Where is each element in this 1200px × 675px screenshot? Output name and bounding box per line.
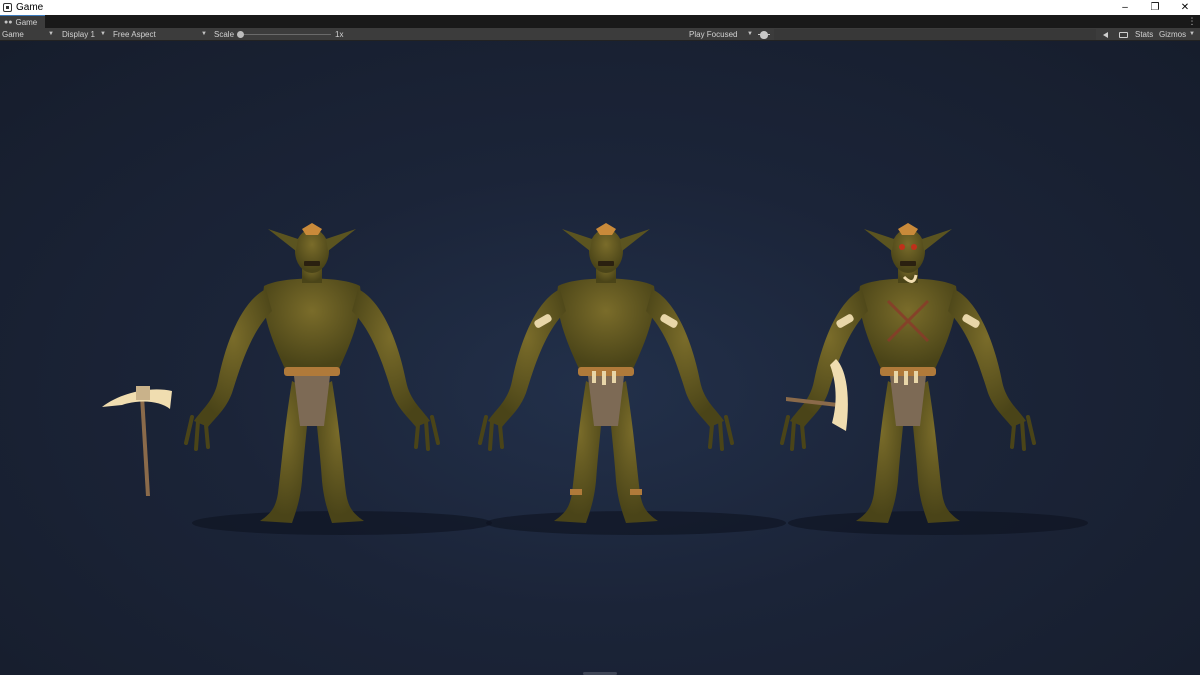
- tab-label: Game: [15, 17, 38, 27]
- gizmos-dropdown[interactable]: Gizmos ▼: [1159, 28, 1197, 41]
- goblin-model-warpaint: [780, 221, 1090, 537]
- aspect-label: Free Aspect: [113, 30, 156, 39]
- scale-slider-thumb[interactable]: [237, 31, 244, 38]
- chevron-down-icon: ▼: [747, 31, 753, 37]
- game-viewport[interactable]: [0, 41, 1200, 675]
- toolbar-spacer: [774, 29, 1096, 40]
- play-mode-dropdown[interactable]: Play Focused ▼: [689, 28, 755, 41]
- display-label: Display 1: [62, 30, 95, 39]
- play-mode-label: Play Focused: [689, 30, 738, 39]
- scale-slider-track[interactable]: [241, 34, 331, 35]
- stats-button[interactable]: Stats: [1135, 28, 1153, 41]
- goblin-model-base: [184, 221, 494, 537]
- keyboard-icon: [1119, 31, 1128, 38]
- scale-label: Scale: [214, 30, 235, 39]
- gizmos-label: Gizmos: [1159, 30, 1187, 39]
- eye-icon: ●●: [4, 18, 13, 26]
- shortcut-toggle[interactable]: [1119, 28, 1128, 41]
- goblin-model-accessorized: [478, 221, 788, 537]
- chevron-down-icon: ▼: [201, 31, 207, 37]
- window-title: Game: [16, 2, 44, 13]
- kebab-menu-icon[interactable]: ⋮: [1184, 15, 1200, 28]
- aspect-dropdown[interactable]: Free Aspect ▼: [113, 28, 209, 41]
- scale-value: 1x: [335, 30, 344, 39]
- display-dropdown[interactable]: Display 1 ▼: [62, 28, 108, 41]
- tab-bar: ●● Game ⋮: [0, 15, 1200, 28]
- tab-game[interactable]: ●● Game: [0, 15, 46, 28]
- debug-toggle[interactable]: [758, 28, 770, 41]
- close-button[interactable]: ✕: [1170, 0, 1200, 15]
- bug-icon: [758, 30, 770, 39]
- minimize-button[interactable]: –: [1110, 0, 1140, 15]
- mute-audio-toggle[interactable]: [1103, 28, 1108, 41]
- pickaxe-prop: [102, 386, 172, 496]
- game-toolbar: Game ▼ Display 1 ▼ Free Aspect ▼ Scale 1…: [0, 28, 1200, 41]
- restore-button[interactable]: ❐: [1140, 0, 1170, 15]
- chevron-down-icon: ▼: [1189, 31, 1195, 37]
- scene-render: [102, 221, 1090, 537]
- chevron-down-icon: ▼: [100, 31, 106, 37]
- view-mode-dropdown[interactable]: Game ▼: [2, 28, 56, 41]
- view-mode-label: Game: [2, 30, 24, 39]
- unity-app-icon: [3, 3, 12, 12]
- chevron-down-icon: ▼: [48, 31, 54, 37]
- speaker-icon: [1103, 31, 1108, 38]
- window-title-bar: Game – ❐ ✕: [0, 0, 1200, 15]
